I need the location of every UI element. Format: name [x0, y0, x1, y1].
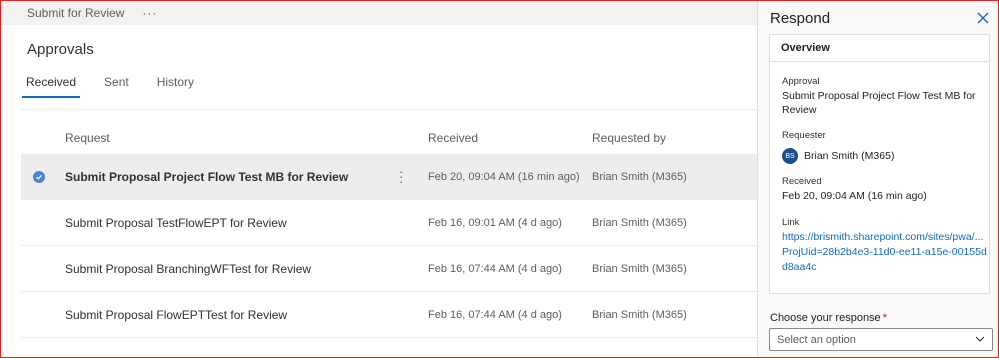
response-label-text: Choose your response — [770, 312, 881, 324]
column-header-requested-by[interactable]: Requested by — [592, 131, 666, 145]
tab-bar: Received Sent History — [22, 73, 218, 98]
received-date: Feb 16, 09:01 AM (4 d ago) — [428, 217, 562, 229]
requester-label: Requester — [782, 130, 826, 141]
overview-heading: Overview — [770, 35, 989, 62]
request-name: Submit Proposal TestFlowEPT for Review — [65, 216, 287, 230]
table-row[interactable]: Submit Proposal FlowEPTTest for Review F… — [21, 292, 761, 338]
received-date: Feb 20, 09:04 AM (16 min ago) — [428, 171, 580, 183]
requester-name: Brian Smith (M365) — [804, 150, 895, 162]
approvals-table: Submit Proposal Project Flow Test MB for… — [21, 154, 761, 338]
response-placeholder: Select an option — [777, 334, 856, 346]
table-row[interactable]: Submit Proposal TestFlowEPT for Review F… — [21, 200, 761, 246]
column-header-received[interactable]: Received — [428, 131, 478, 145]
required-marker: * — [882, 312, 887, 324]
table-row[interactable]: Submit Proposal BranchingWFTest for Revi… — [21, 246, 761, 292]
tab-received[interactable]: Received — [22, 73, 81, 98]
checkmark-icon[interactable] — [33, 171, 45, 183]
column-header-request[interactable]: Request — [65, 131, 110, 145]
top-bar: Submit for Review ··· — [1, 1, 761, 25]
respond-panel: Respond Overview Approval Submit Proposa… — [757, 1, 998, 357]
requested-by: Brian Smith (M365) — [592, 263, 687, 275]
requested-by: Brian Smith (M365) — [592, 309, 687, 321]
more-icon[interactable]: ··· — [142, 6, 157, 20]
link-label: Link — [782, 217, 800, 228]
approval-label: Approval — [782, 76, 820, 87]
table-row[interactable]: Submit Proposal Project Flow Test MB for… — [21, 154, 761, 200]
breadcrumb-title[interactable]: Submit for Review — [27, 6, 124, 20]
item-link[interactable]: https://brismith.sharepoint.com/sites/pw… — [782, 230, 988, 275]
request-name: Submit Proposal Project Flow Test MB for… — [65, 170, 349, 184]
avatar: BS — [782, 148, 798, 164]
approvals-main: Approvals Received Sent History Request … — [1, 25, 761, 357]
response-label: Choose your response * — [770, 312, 887, 324]
chevron-down-icon — [975, 336, 985, 342]
panel-title: Respond — [770, 10, 831, 27]
received-label: Received — [782, 176, 822, 187]
received-value: Feb 20, 09:04 AM (16 min ago) — [782, 190, 927, 202]
received-date: Feb 16, 07:44 AM (4 d ago) — [428, 263, 562, 275]
page-title: Approvals — [27, 41, 94, 58]
tab-sent[interactable]: Sent — [100, 73, 133, 98]
received-date: Feb 16, 07:44 AM (4 d ago) — [428, 309, 562, 321]
app-window: Submit for Review ··· Approvals Received… — [0, 0, 999, 358]
response-dropdown[interactable]: Select an option — [769, 328, 993, 351]
requested-by: Brian Smith (M365) — [592, 171, 687, 183]
overview-card: Overview Approval Submit Proposal Projec… — [769, 34, 990, 294]
tab-history[interactable]: History — [153, 73, 198, 98]
request-name: Submit Proposal BranchingWFTest for Revi… — [65, 262, 312, 276]
more-options-icon[interactable]: · · · — [399, 165, 403, 188]
requested-by: Brian Smith (M365) — [592, 217, 687, 229]
close-icon[interactable] — [976, 11, 990, 25]
approval-value: Submit Proposal Project Flow Test MB for… — [782, 90, 976, 116]
request-name: Submit Proposal FlowEPTTest for Review — [65, 308, 288, 322]
divider — [21, 109, 761, 110]
